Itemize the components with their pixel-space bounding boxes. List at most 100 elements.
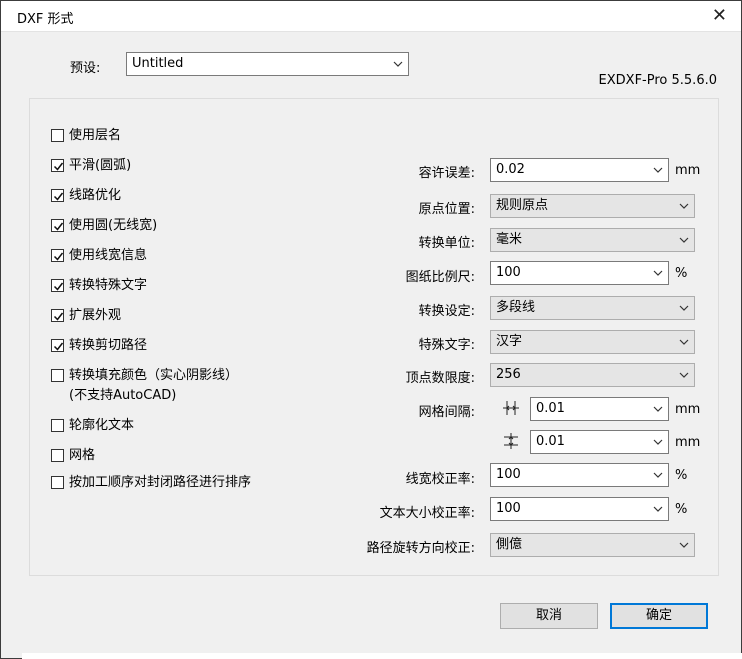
close-icon[interactable]: ✕ bbox=[712, 6, 727, 26]
conversion-value: 多段线 bbox=[496, 300, 536, 315]
grid-v-spacing-combobox[interactable]: 0.01 bbox=[530, 430, 669, 454]
scale-label: 图纸比例尺: bbox=[405, 270, 475, 285]
special-text-value: 汉字 bbox=[496, 334, 523, 349]
chevron-down-icon[interactable] bbox=[679, 235, 689, 245]
scale-value: 100 bbox=[496, 265, 521, 280]
checkmark-icon bbox=[53, 282, 64, 291]
checkbox-box[interactable] bbox=[51, 309, 64, 322]
checkbox-box[interactable] bbox=[51, 249, 64, 262]
grid-h-spacing-combobox[interactable]: 0.01 bbox=[530, 397, 669, 421]
checkbox-label: 线路优化 bbox=[69, 188, 122, 203]
checkmark-icon bbox=[53, 342, 64, 351]
unit-dropdown[interactable]: 毫米 bbox=[490, 228, 695, 252]
text-size-correction-combobox[interactable]: 100 bbox=[490, 497, 669, 521]
preset-combobox[interactable]: Untitled bbox=[126, 52, 409, 76]
chevron-down-icon[interactable] bbox=[653, 268, 663, 278]
checkbox-label: 使用圆(无线宽) bbox=[69, 218, 158, 233]
checkbox-box[interactable] bbox=[51, 419, 64, 432]
checkbox-smooth-arc[interactable]: 平滑(圆弧) bbox=[51, 157, 131, 174]
checkmark-icon bbox=[53, 162, 64, 171]
chevron-down-icon[interactable] bbox=[653, 165, 663, 175]
chevron-down-icon[interactable] bbox=[653, 470, 663, 480]
title-bar[interactable]: DXF 形式 ✕ bbox=[1, 1, 741, 32]
grid-v-spacing-value: 0.01 bbox=[536, 434, 565, 449]
origin-value: 规则原点 bbox=[496, 198, 549, 213]
checkbox-outline-text[interactable]: 轮廓化文本 bbox=[51, 417, 134, 434]
line-width-correction-combobox[interactable]: 100 bbox=[490, 463, 669, 487]
chevron-down-icon[interactable] bbox=[679, 303, 689, 313]
checkbox-convert-special-text[interactable]: 转换特殊文字 bbox=[51, 277, 147, 294]
checkbox-use-circle[interactable]: 使用圆(无线宽) bbox=[51, 217, 157, 234]
checkbox-label-line1: 转换填充颜色（实心阴影线） bbox=[69, 368, 239, 383]
grid-h-unit: mm bbox=[675, 402, 701, 417]
cancel-button[interactable]: 取消 bbox=[500, 603, 598, 629]
checkbox-expand-appearance[interactable]: 扩展外观 bbox=[51, 307, 121, 324]
grid-v-unit: mm bbox=[675, 435, 701, 450]
vertex-limit-dropdown[interactable]: 256 bbox=[490, 363, 695, 387]
chevron-down-icon[interactable] bbox=[653, 504, 663, 514]
tolerance-combobox[interactable]: 0.02 bbox=[490, 158, 669, 182]
checkmark-icon bbox=[53, 222, 64, 231]
checkbox-box[interactable] bbox=[51, 189, 64, 202]
checkbox-box[interactable] bbox=[51, 219, 64, 232]
checkbox-path-optimize[interactable]: 线路优化 bbox=[51, 187, 121, 204]
chevron-down-icon[interactable] bbox=[653, 404, 663, 414]
ok-button[interactable]: 确定 bbox=[610, 603, 708, 629]
checkbox-label: 网格 bbox=[69, 448, 96, 463]
conversion-dropdown[interactable]: 多段线 bbox=[490, 296, 695, 320]
vertical-spacing-icon bbox=[503, 433, 519, 453]
checkbox-box[interactable] bbox=[51, 129, 64, 142]
horizontal-spacing-icon bbox=[503, 400, 519, 420]
line-width-correction-value: 100 bbox=[496, 467, 521, 482]
chevron-down-icon[interactable] bbox=[679, 370, 689, 380]
vertex-limit-label: 顶点数限度: bbox=[405, 371, 475, 386]
tolerance-unit: mm bbox=[675, 163, 701, 178]
checkbox-box[interactable] bbox=[51, 159, 64, 172]
origin-dropdown[interactable]: 规则原点 bbox=[490, 194, 695, 218]
text-size-correction-value: 100 bbox=[496, 501, 521, 516]
special-text-dropdown[interactable]: 汉字 bbox=[490, 330, 695, 354]
checkbox-box[interactable] bbox=[51, 279, 64, 292]
checkbox-use-line-width[interactable]: 使用线宽信息 bbox=[51, 247, 147, 264]
checkbox-convert-fill-color[interactable]: 转换填充颜色（实心阴影线） (不支持AutoCAD) bbox=[51, 367, 238, 404]
checkbox-convert-clip-path[interactable]: 转换剪切路径 bbox=[51, 337, 147, 354]
grid-spacing-label: 网格间隔: bbox=[418, 405, 475, 420]
version-label: EXDXF-Pro 5.5.6.0 bbox=[598, 73, 717, 88]
checkbox-box[interactable] bbox=[51, 449, 64, 462]
checkbox-box[interactable] bbox=[51, 369, 64, 382]
checkbox-label: 使用线宽信息 bbox=[69, 248, 148, 263]
checkbox-box[interactable] bbox=[51, 339, 64, 352]
dxf-dialog: DXF 形式 ✕ 预设: Untitled EXDXF-Pro 5.5.6.0 … bbox=[0, 0, 742, 659]
scale-combobox[interactable]: 100 bbox=[490, 261, 669, 285]
conversion-label: 转换设定: bbox=[418, 304, 475, 319]
unit-label: 转换单位: bbox=[418, 236, 475, 251]
checkbox-sort-closed-paths[interactable]: 按加工顺序对封闭路径进行排序 bbox=[51, 474, 251, 491]
checkbox-label: 轮廓化文本 bbox=[69, 418, 135, 433]
line-width-correction-label: 线宽校正率: bbox=[405, 472, 475, 487]
checkbox-use-layer-name[interactable]: 使用层名 bbox=[51, 127, 121, 144]
preset-value: Untitled bbox=[132, 56, 184, 71]
chevron-down-icon[interactable] bbox=[679, 540, 689, 550]
checkbox-label: 转换特殊文字 bbox=[69, 278, 148, 293]
chevron-down-icon[interactable] bbox=[679, 201, 689, 211]
special-text-label: 特殊文字: bbox=[418, 338, 475, 353]
checkmark-icon bbox=[53, 252, 64, 261]
checkmark-icon bbox=[53, 312, 64, 321]
checkbox-box[interactable] bbox=[51, 476, 64, 489]
text-size-correction-label: 文本大小校正率: bbox=[379, 506, 475, 521]
path-rotation-dropdown[interactable]: 側億 bbox=[490, 533, 695, 557]
tolerance-label: 容许误差: bbox=[418, 166, 475, 181]
preset-label: 预设: bbox=[70, 61, 101, 76]
chevron-down-icon[interactable] bbox=[679, 337, 689, 347]
checkbox-label: 平滑(圆弧) bbox=[69, 158, 132, 173]
text-size-correction-unit: % bbox=[675, 502, 688, 517]
bottom-edge bbox=[22, 653, 742, 659]
checkbox-label-line2: (不支持AutoCAD) bbox=[69, 388, 177, 403]
checkmark-icon bbox=[53, 192, 64, 201]
vertex-limit-value: 256 bbox=[496, 367, 521, 382]
chevron-down-icon[interactable] bbox=[653, 437, 663, 447]
checkbox-grid[interactable]: 网格 bbox=[51, 447, 95, 464]
unit-value: 毫米 bbox=[496, 232, 523, 247]
tolerance-value: 0.02 bbox=[496, 162, 525, 177]
chevron-down-icon[interactable] bbox=[393, 59, 403, 69]
